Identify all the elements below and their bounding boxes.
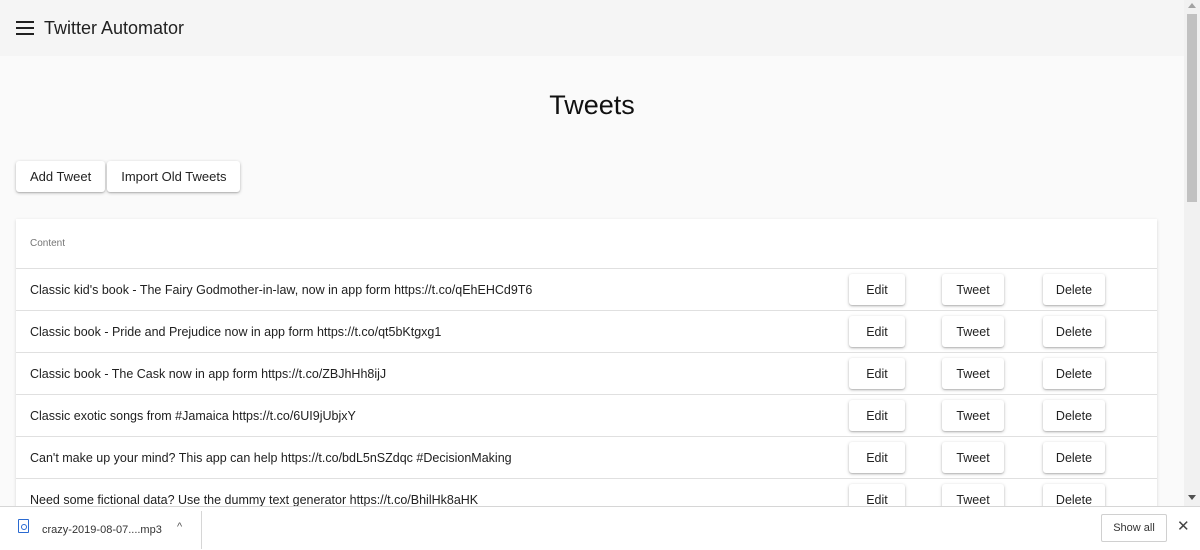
scrollbar-thumb[interactable]	[1187, 14, 1197, 202]
edit-button[interactable]: Edit	[849, 316, 905, 347]
edit-button[interactable]: Edit	[849, 400, 905, 431]
table-row: Classic exotic songs from #Jamaica https…	[16, 395, 1157, 437]
tweet-content: Can't make up your mind? This app can he…	[30, 450, 512, 465]
divider	[201, 511, 202, 549]
download-bar: crazy-2019-08-07....mp3 ^ Show all ✕	[0, 506, 1200, 550]
import-old-tweets-button[interactable]: Import Old Tweets	[107, 161, 241, 192]
vertical-scrollbar[interactable]	[1184, 0, 1200, 506]
show-all-button[interactable]: Show all	[1101, 514, 1167, 542]
table-row: Classic kid's book - The Fairy Godmother…	[16, 269, 1157, 311]
chevron-up-icon[interactable]: ^	[177, 521, 182, 533]
tweet-content: Classic exotic songs from #Jamaica https…	[30, 408, 356, 423]
column-header-content: Content	[16, 219, 1157, 269]
tweet-button[interactable]: Tweet	[942, 274, 1004, 305]
delete-button[interactable]: Delete	[1043, 358, 1105, 389]
tweet-content: Classic book - Pride and Prejudice now i…	[30, 324, 442, 339]
file-icon	[18, 519, 29, 533]
add-tweet-button[interactable]: Add Tweet	[16, 161, 106, 192]
app-title: Twitter Automator	[44, 17, 185, 38]
download-file-name[interactable]: crazy-2019-08-07....mp3	[42, 524, 162, 536]
tweet-content: Classic book - The Cask now in app form …	[30, 366, 387, 381]
edit-button[interactable]: Edit	[849, 274, 905, 305]
tweet-content: Classic kid's book - The Fairy Godmother…	[30, 282, 533, 297]
delete-button[interactable]: Delete	[1043, 316, 1105, 347]
table-row: Classic book - Pride and Prejudice now i…	[16, 311, 1157, 353]
delete-button[interactable]: Delete	[1043, 400, 1105, 431]
edit-button[interactable]: Edit	[849, 442, 905, 473]
scroll-up-arrow-icon[interactable]	[1188, 3, 1196, 8]
page-title: Tweets	[549, 90, 635, 120]
table-row: Can't make up your mind? This app can he…	[16, 437, 1157, 479]
close-icon[interactable]: ✕	[1177, 517, 1190, 535]
app-bar: Twitter Automator	[0, 0, 1184, 56]
delete-button[interactable]: Delete	[1043, 274, 1105, 305]
tweet-button[interactable]: Tweet	[942, 316, 1004, 347]
tweets-table: Content Classic kid's book - The Fairy G…	[16, 219, 1157, 519]
tweet-content: Need some fictional data? Use the dummy …	[30, 492, 479, 507]
tweet-button[interactable]: Tweet	[942, 400, 1004, 431]
edit-button[interactable]: Edit	[849, 358, 905, 389]
delete-button[interactable]: Delete	[1043, 442, 1105, 473]
tweet-button[interactable]: Tweet	[942, 442, 1004, 473]
tweet-button[interactable]: Tweet	[942, 358, 1004, 389]
scroll-down-arrow-icon[interactable]	[1188, 495, 1196, 500]
hamburger-menu-icon[interactable]	[16, 21, 34, 35]
table-row: Classic book - The Cask now in app form …	[16, 353, 1157, 395]
toolbar: Add Tweet Import Old Tweets	[16, 161, 241, 192]
